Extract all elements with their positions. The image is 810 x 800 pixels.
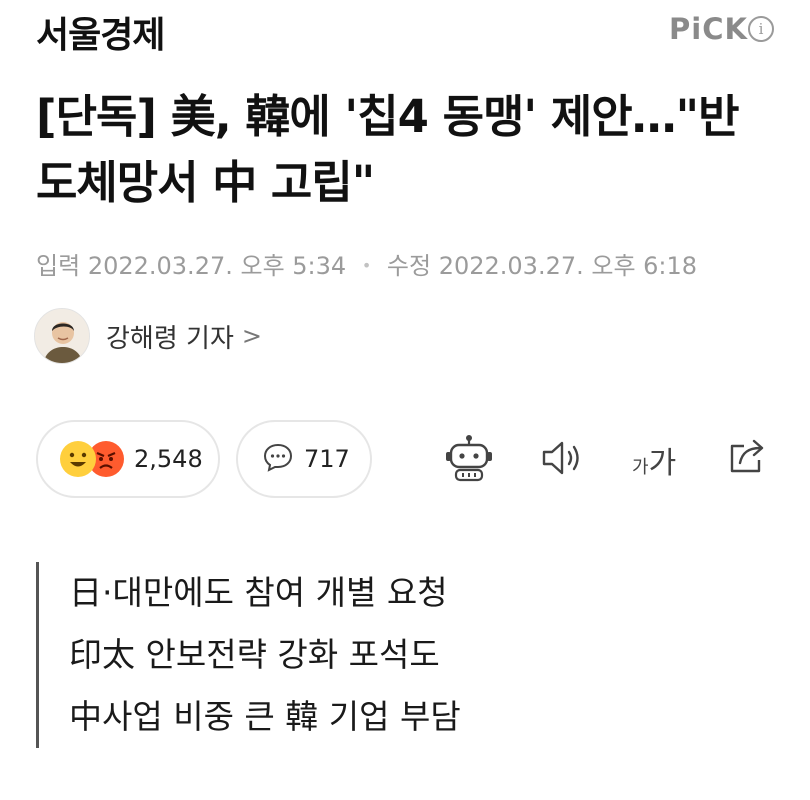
article-title: [단독] 美, 韓에 '칩4 동맹' 제안…"반도체망서 中 고립": [36, 90, 739, 209]
top-bar: 서울경제 PiCK i: [0, 0, 810, 60]
input-datetime: 2022.03.27. 오후 5:34: [87, 252, 347, 280]
comment-count: 717: [304, 445, 350, 473]
robot-summary-icon[interactable]: [441, 434, 497, 488]
summary-line: 中사업 비중 큰 韓 기업 부담: [69, 697, 461, 736]
edit-datetime: 2022.03.27. 오후 6:18: [438, 252, 698, 280]
reaction-count: 2,548: [134, 445, 203, 473]
press-logo[interactable]: 서울경제: [36, 6, 165, 58]
info-icon[interactable]: i: [748, 16, 774, 42]
smile-emoji-icon: [60, 441, 96, 477]
article-summary: 日·대만에도 참여 개별 요청 印太 안보전략 강화 포석도 中사업 비중 큰 …: [36, 562, 789, 748]
input-label: 입력: [36, 252, 81, 280]
font-size-icon[interactable]: 가가: [632, 438, 676, 482]
chevron-right-icon: >: [241, 322, 262, 350]
article-action-bar: 2,548 717 가가: [36, 420, 776, 500]
date-separator: •: [361, 256, 372, 275]
reaction-button[interactable]: 2,548: [36, 420, 220, 498]
article-dates: 입력 2022.03.27. 오후 5:34 • 수정 2022.03.27. …: [36, 246, 697, 281]
font-size-large-label: 가: [648, 446, 677, 481]
font-size-small-label: 가: [632, 457, 649, 478]
author-avatar: [34, 308, 90, 364]
pick-badge: PiCK: [669, 12, 748, 46]
comment-button[interactable]: 717: [236, 420, 372, 498]
speaker-icon[interactable]: [540, 438, 586, 482]
summary-line: 日·대만에도 참여 개별 요청: [69, 573, 448, 612]
author-link[interactable]: 강해령 기자 >: [34, 306, 262, 366]
edit-label: 수정: [386, 252, 432, 280]
author-name[interactable]: 강해령 기자: [106, 318, 234, 355]
share-icon[interactable]: [726, 436, 768, 480]
comment-icon: [262, 442, 294, 476]
summary-line: 印太 안보전략 강화 포석도: [69, 635, 440, 674]
